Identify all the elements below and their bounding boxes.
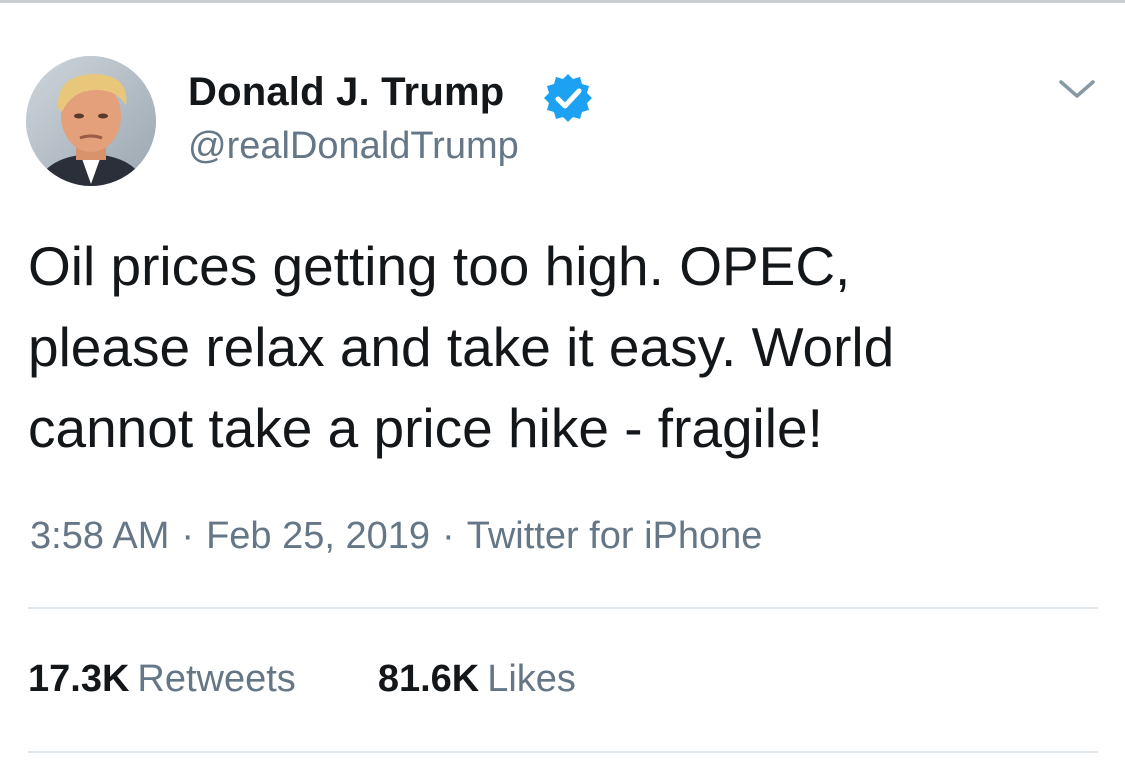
likes-stat[interactable]: 81.6K Likes <box>378 658 576 700</box>
chevron-down-icon[interactable] <box>1055 74 1099 104</box>
avatar-image <box>26 56 156 186</box>
tweet-text-line: Oil prices getting too high. OPEC, <box>28 235 851 297</box>
verified-badge-icon <box>544 74 592 122</box>
tweet-time[interactable]: 3:58 AM <box>30 515 169 557</box>
retweets-count: 17.3K <box>28 658 130 700</box>
retweets-label: Retweets <box>137 658 296 700</box>
meta-separator: · <box>181 515 195 557</box>
likes-label: Likes <box>487 658 576 700</box>
meta-divider <box>28 607 1098 609</box>
avatar[interactable] <box>26 56 156 186</box>
user-handle[interactable]: @realDonaldTrump <box>188 125 519 168</box>
tweet-date[interactable]: Feb 25, 2019 <box>206 515 430 557</box>
top-divider <box>0 0 1125 3</box>
tweet-text: Oil prices getting too high. OPEC, pleas… <box>28 226 1098 469</box>
tweet-meta: 3:58 AM · Feb 25, 2019 · Twitter for iPhone <box>30 515 762 558</box>
display-name[interactable]: Donald J. Trump <box>188 70 504 115</box>
tweet-text-line: please relax and take it easy. World <box>28 316 895 378</box>
retweets-stat[interactable]: 17.3K Retweets <box>28 658 296 700</box>
likes-count: 81.6K <box>377 658 480 700</box>
tweet-text-line: cannot take a price hike - fragile! <box>28 397 823 459</box>
tweet-source[interactable]: Twitter for iPhone <box>467 515 763 557</box>
meta-separator: · <box>442 515 455 557</box>
stats-divider <box>28 751 1098 753</box>
tweet-stats: 17.3K Retweets 81.6K Likes <box>28 658 576 701</box>
